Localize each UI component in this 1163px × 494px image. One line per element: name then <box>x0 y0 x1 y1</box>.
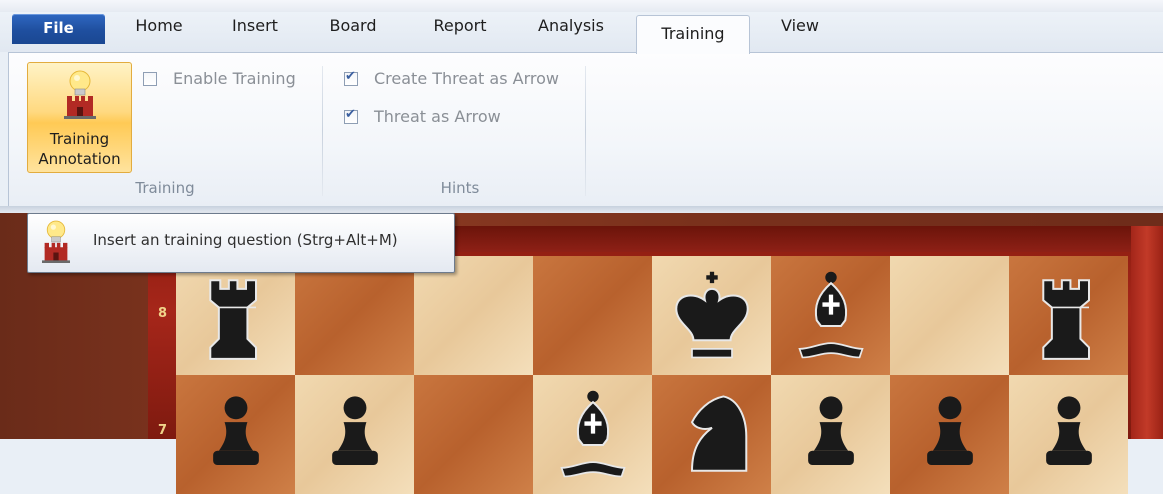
board-square[interactable] <box>295 256 414 375</box>
rank-label-7: 7 <box>158 423 168 438</box>
enable-training-checkbox[interactable] <box>143 72 157 86</box>
black-pawn-icon[interactable] <box>900 385 1000 485</box>
threat-as-arrow-checkbox[interactable] <box>344 107 358 124</box>
black-knight-icon[interactable] <box>662 385 762 485</box>
tab-file[interactable]: File <box>12 14 105 44</box>
black-bishop-icon[interactable] <box>543 385 643 485</box>
board-square[interactable] <box>890 256 1009 375</box>
tab-home[interactable]: Home <box>122 14 196 38</box>
lightbulb-castle-icon <box>64 70 96 119</box>
tab-analysis[interactable]: Analysis <box>523 14 619 38</box>
board-square[interactable] <box>771 375 890 494</box>
training-annotation-label-line2: Annotation <box>38 150 121 168</box>
rank-label-8: 8 <box>158 306 168 321</box>
board-square[interactable] <box>176 256 295 375</box>
chess-board[interactable] <box>176 256 1131 494</box>
group-separator <box>585 66 586 196</box>
black-rook-icon[interactable] <box>186 266 286 366</box>
board-square[interactable] <box>533 256 652 375</box>
black-pawn-icon[interactable] <box>781 385 881 485</box>
tab-report[interactable]: Report <box>415 14 505 38</box>
enable-training-label[interactable]: Enable Training <box>173 69 296 88</box>
create-threat-arrow-checkbox[interactable] <box>344 69 358 86</box>
tab-insert[interactable]: Insert <box>215 14 295 38</box>
board-square[interactable] <box>533 375 652 494</box>
group-separator <box>322 66 323 196</box>
board-square[interactable] <box>1009 256 1128 375</box>
board-square[interactable] <box>414 375 533 494</box>
black-bishop-icon[interactable] <box>781 266 881 366</box>
black-king-icon[interactable] <box>662 266 762 366</box>
tab-training[interactable]: Training <box>636 15 750 54</box>
board-square[interactable] <box>652 375 771 494</box>
tab-board[interactable]: Board <box>313 14 393 38</box>
tooltip: Insert an training question (Strg+Alt+M) <box>27 213 455 273</box>
black-pawn-icon[interactable] <box>305 385 405 485</box>
board-square[interactable] <box>295 375 414 494</box>
create-threat-arrow-label[interactable]: Create Threat as Arrow <box>374 69 559 88</box>
title-strip <box>0 0 1163 12</box>
board-square[interactable] <box>890 375 1009 494</box>
board-square[interactable] <box>771 256 890 375</box>
ribbon-bottom-edge <box>0 206 1163 213</box>
training-group-label: Training <box>135 179 195 197</box>
black-rook-icon[interactable] <box>1019 266 1119 366</box>
tab-view[interactable]: View <box>760 14 840 38</box>
lightbulb-castle-icon <box>42 220 70 263</box>
black-pawn-icon[interactable] <box>1019 385 1119 485</box>
board-square[interactable] <box>1009 375 1128 494</box>
hints-group-label: Hints <box>440 179 480 197</box>
training-annotation-label: Training Annotation <box>28 129 131 169</box>
board-frame-right <box>1131 226 1163 439</box>
training-annotation-label-line1: Training <box>49 130 110 148</box>
black-pawn-icon[interactable] <box>186 385 286 485</box>
training-annotation-button[interactable]: Training Annotation <box>27 62 132 173</box>
threat-as-arrow-label[interactable]: Threat as Arrow <box>374 107 501 126</box>
board-square[interactable] <box>414 256 533 375</box>
board-square[interactable] <box>652 256 771 375</box>
tooltip-text: Insert an training question (Strg+Alt+M) <box>93 231 398 249</box>
board-square[interactable] <box>176 375 295 494</box>
